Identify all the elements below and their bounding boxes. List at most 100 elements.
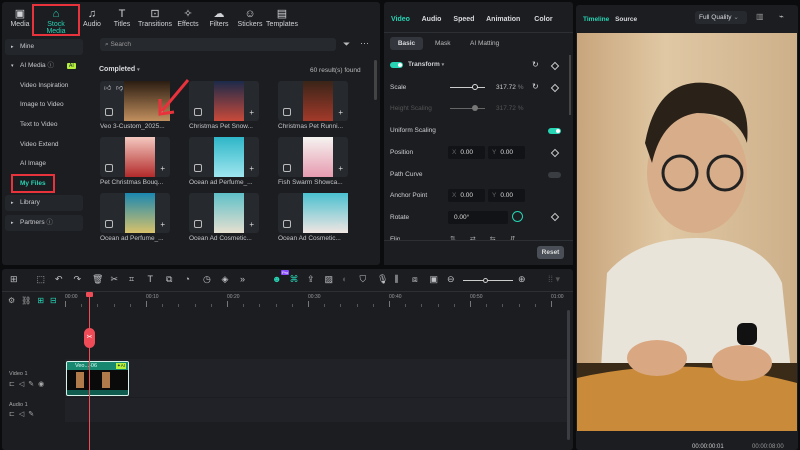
sidebar-item-image-to-video[interactable]: Image to Video (5, 97, 83, 113)
tab-audio[interactable]: Audio (422, 16, 442, 23)
zoom-in-icon[interactable]: ⊕ (518, 274, 526, 285)
uniform-scaling-toggle[interactable] (548, 128, 561, 134)
media-card[interactable]: + (278, 193, 348, 233)
media-card[interactable]: + (189, 137, 259, 177)
reset-icon[interactable]: ↻ (532, 82, 539, 91)
sidebar-item-ai-image[interactable]: AI Image (5, 156, 83, 172)
sidebar-item-video-extend[interactable]: Video Extend (5, 137, 83, 153)
media-card[interactable]: + (189, 193, 259, 233)
tab-titles[interactable]: T Titles (104, 8, 140, 28)
grid-icon[interactable]: ⊞ (10, 274, 18, 285)
reset-icon[interactable]: ↻ (532, 60, 539, 69)
tab-transitions[interactable]: ⊡ Transitions (137, 8, 173, 28)
tab-video[interactable]: Video (391, 16, 410, 23)
section-completed-dropdown[interactable]: Completed ▾ (99, 66, 140, 73)
anchor-y-input[interactable]: Y 0.00 (488, 189, 525, 202)
scrollbar[interactable] (374, 60, 377, 100)
ai-chip-icon[interactable]: ⌘ (290, 274, 299, 285)
zoom-slider[interactable] (463, 278, 513, 283)
timeline-scrollbar[interactable] (567, 310, 570, 440)
track-tools[interactable]: ⚙⛓⊞⊟ (8, 296, 63, 305)
tab-speed[interactable]: Speed (453, 16, 474, 23)
subtab-basic[interactable]: Basic (390, 37, 423, 50)
tab-templates[interactable]: ▤ Templates (264, 8, 300, 28)
image-icon[interactable]: ▨ (325, 274, 334, 285)
delete-icon[interactable]: 🗑︎ (92, 274, 103, 285)
redo-icon[interactable]: ↷ (74, 274, 82, 285)
thumbs-down-icon[interactable]: 👎︎ (116, 83, 123, 92)
reset-button[interactable]: Reset (537, 246, 564, 259)
scrollbar[interactable] (569, 55, 571, 115)
add-icon[interactable]: + (249, 164, 254, 173)
cut-icon[interactable]: ✂ (111, 274, 119, 285)
playhead[interactable] (89, 292, 90, 450)
media-card[interactable]: + (278, 137, 348, 177)
media-card[interactable]: + (189, 81, 259, 121)
pip-icon[interactable]: ⧈ (412, 274, 418, 285)
add-icon[interactable]: + (249, 108, 254, 117)
waveform-icon[interactable]: ⌁ (779, 12, 784, 21)
scale-value[interactable]: 317.72 % (496, 84, 523, 91)
add-icon[interactable]: + (160, 164, 165, 173)
sidebar-library[interactable]: ▸ Library (5, 195, 83, 211)
tab-animation[interactable]: Animation (486, 16, 520, 23)
position-x-input[interactable]: X 0.00 (448, 146, 485, 159)
anchor-x-input[interactable]: X 0.00 (448, 189, 485, 202)
add-icon[interactable]: + (338, 220, 343, 229)
shield-icon[interactable]: ⛉ (360, 274, 367, 285)
position-y-input[interactable]: Y 0.00 (488, 146, 525, 159)
track-manage-icon[interactable]: ⊟ (50, 296, 63, 305)
rotate-input[interactable]: 0.00° (448, 211, 508, 224)
rotate-dial[interactable] (512, 211, 523, 222)
media-card[interactable]: + (278, 81, 348, 121)
sidebar-item-video-inspiration[interactable]: Video Inspiration (5, 78, 83, 94)
link-icon[interactable]: ⛓ (21, 296, 37, 305)
more-icon[interactable]: » (240, 274, 245, 284)
sidebar-item-text-to-video[interactable]: Text to Video (5, 117, 83, 133)
sidebar-ai-media[interactable]: ▾ AI Media ⓘ AI (5, 58, 83, 74)
add-icon[interactable]: + (338, 108, 343, 117)
mixer-icon[interactable]: ⫼ (395, 274, 399, 285)
quality-dropdown[interactable]: Full Quality ⌄ (695, 11, 747, 24)
more-icon[interactable]: ⋯ (360, 38, 369, 49)
crop-icon[interactable]: ⌗ (129, 274, 134, 285)
subtab-mask[interactable]: Mask (435, 40, 451, 47)
text-icon[interactable]: T (148, 274, 154, 284)
tab-timeline[interactable]: Timeline (583, 16, 609, 23)
path-curve-toggle[interactable] (548, 172, 561, 178)
audio-track-controls[interactable]: ⊏◁✎ (9, 410, 38, 418)
add-icon[interactable]: + (338, 164, 343, 173)
transform-toggle[interactable] (390, 62, 403, 68)
thumbs-up-icon[interactable]: 👍︎ (104, 83, 111, 92)
subtab-ai-matting[interactable]: AI Matting (470, 40, 499, 47)
keyframe-icon[interactable]: ◈ (222, 274, 229, 285)
duplicate-icon[interactable]: ⧉ (166, 274, 172, 285)
tab-stickers[interactable]: ☺ Stickers (232, 8, 268, 28)
timer-icon[interactable]: ◷ (203, 274, 211, 285)
sidebar-partners[interactable]: ▸ Partners ⓘ (5, 215, 83, 231)
ai-copilot-icon[interactable]: ☻ (272, 274, 281, 284)
sidebar-mine[interactable]: ▸ Mine (5, 39, 83, 55)
playhead-handle[interactable] (86, 292, 93, 297)
export-icon[interactable]: ⇪ (307, 274, 315, 285)
zoom-out-icon[interactable]: ⊖ (447, 274, 455, 285)
select-icon[interactable]: ⬚ (37, 274, 46, 285)
mic-icon[interactable]: 🎙︎ (377, 274, 388, 285)
add-icon[interactable]: + (249, 220, 254, 229)
split-button[interactable]: ✂ (84, 328, 95, 348)
undo-icon[interactable]: ↶ (55, 274, 63, 285)
media-card[interactable]: + (100, 193, 170, 233)
transform-header[interactable]: Transform ▾ (408, 61, 444, 68)
caption-icon[interactable]: ▣ (430, 274, 439, 285)
video-preview[interactable] (577, 33, 797, 431)
media-card[interactable]: + (100, 137, 170, 177)
video-track-controls[interactable]: ⊏◁✎◉ (9, 380, 48, 388)
tab-color[interactable]: Color (534, 16, 552, 23)
scale-slider[interactable] (450, 84, 485, 90)
speed-icon[interactable]: ◔ (185, 274, 190, 284)
grid-icon[interactable]: ▥ (756, 12, 764, 21)
tab-source[interactable]: Source (615, 16, 637, 23)
filter-icon[interactable]: ⏷ (343, 39, 350, 50)
add-icon[interactable]: + (160, 220, 165, 229)
add-track-icon[interactable]: ⊞ (37, 296, 50, 305)
